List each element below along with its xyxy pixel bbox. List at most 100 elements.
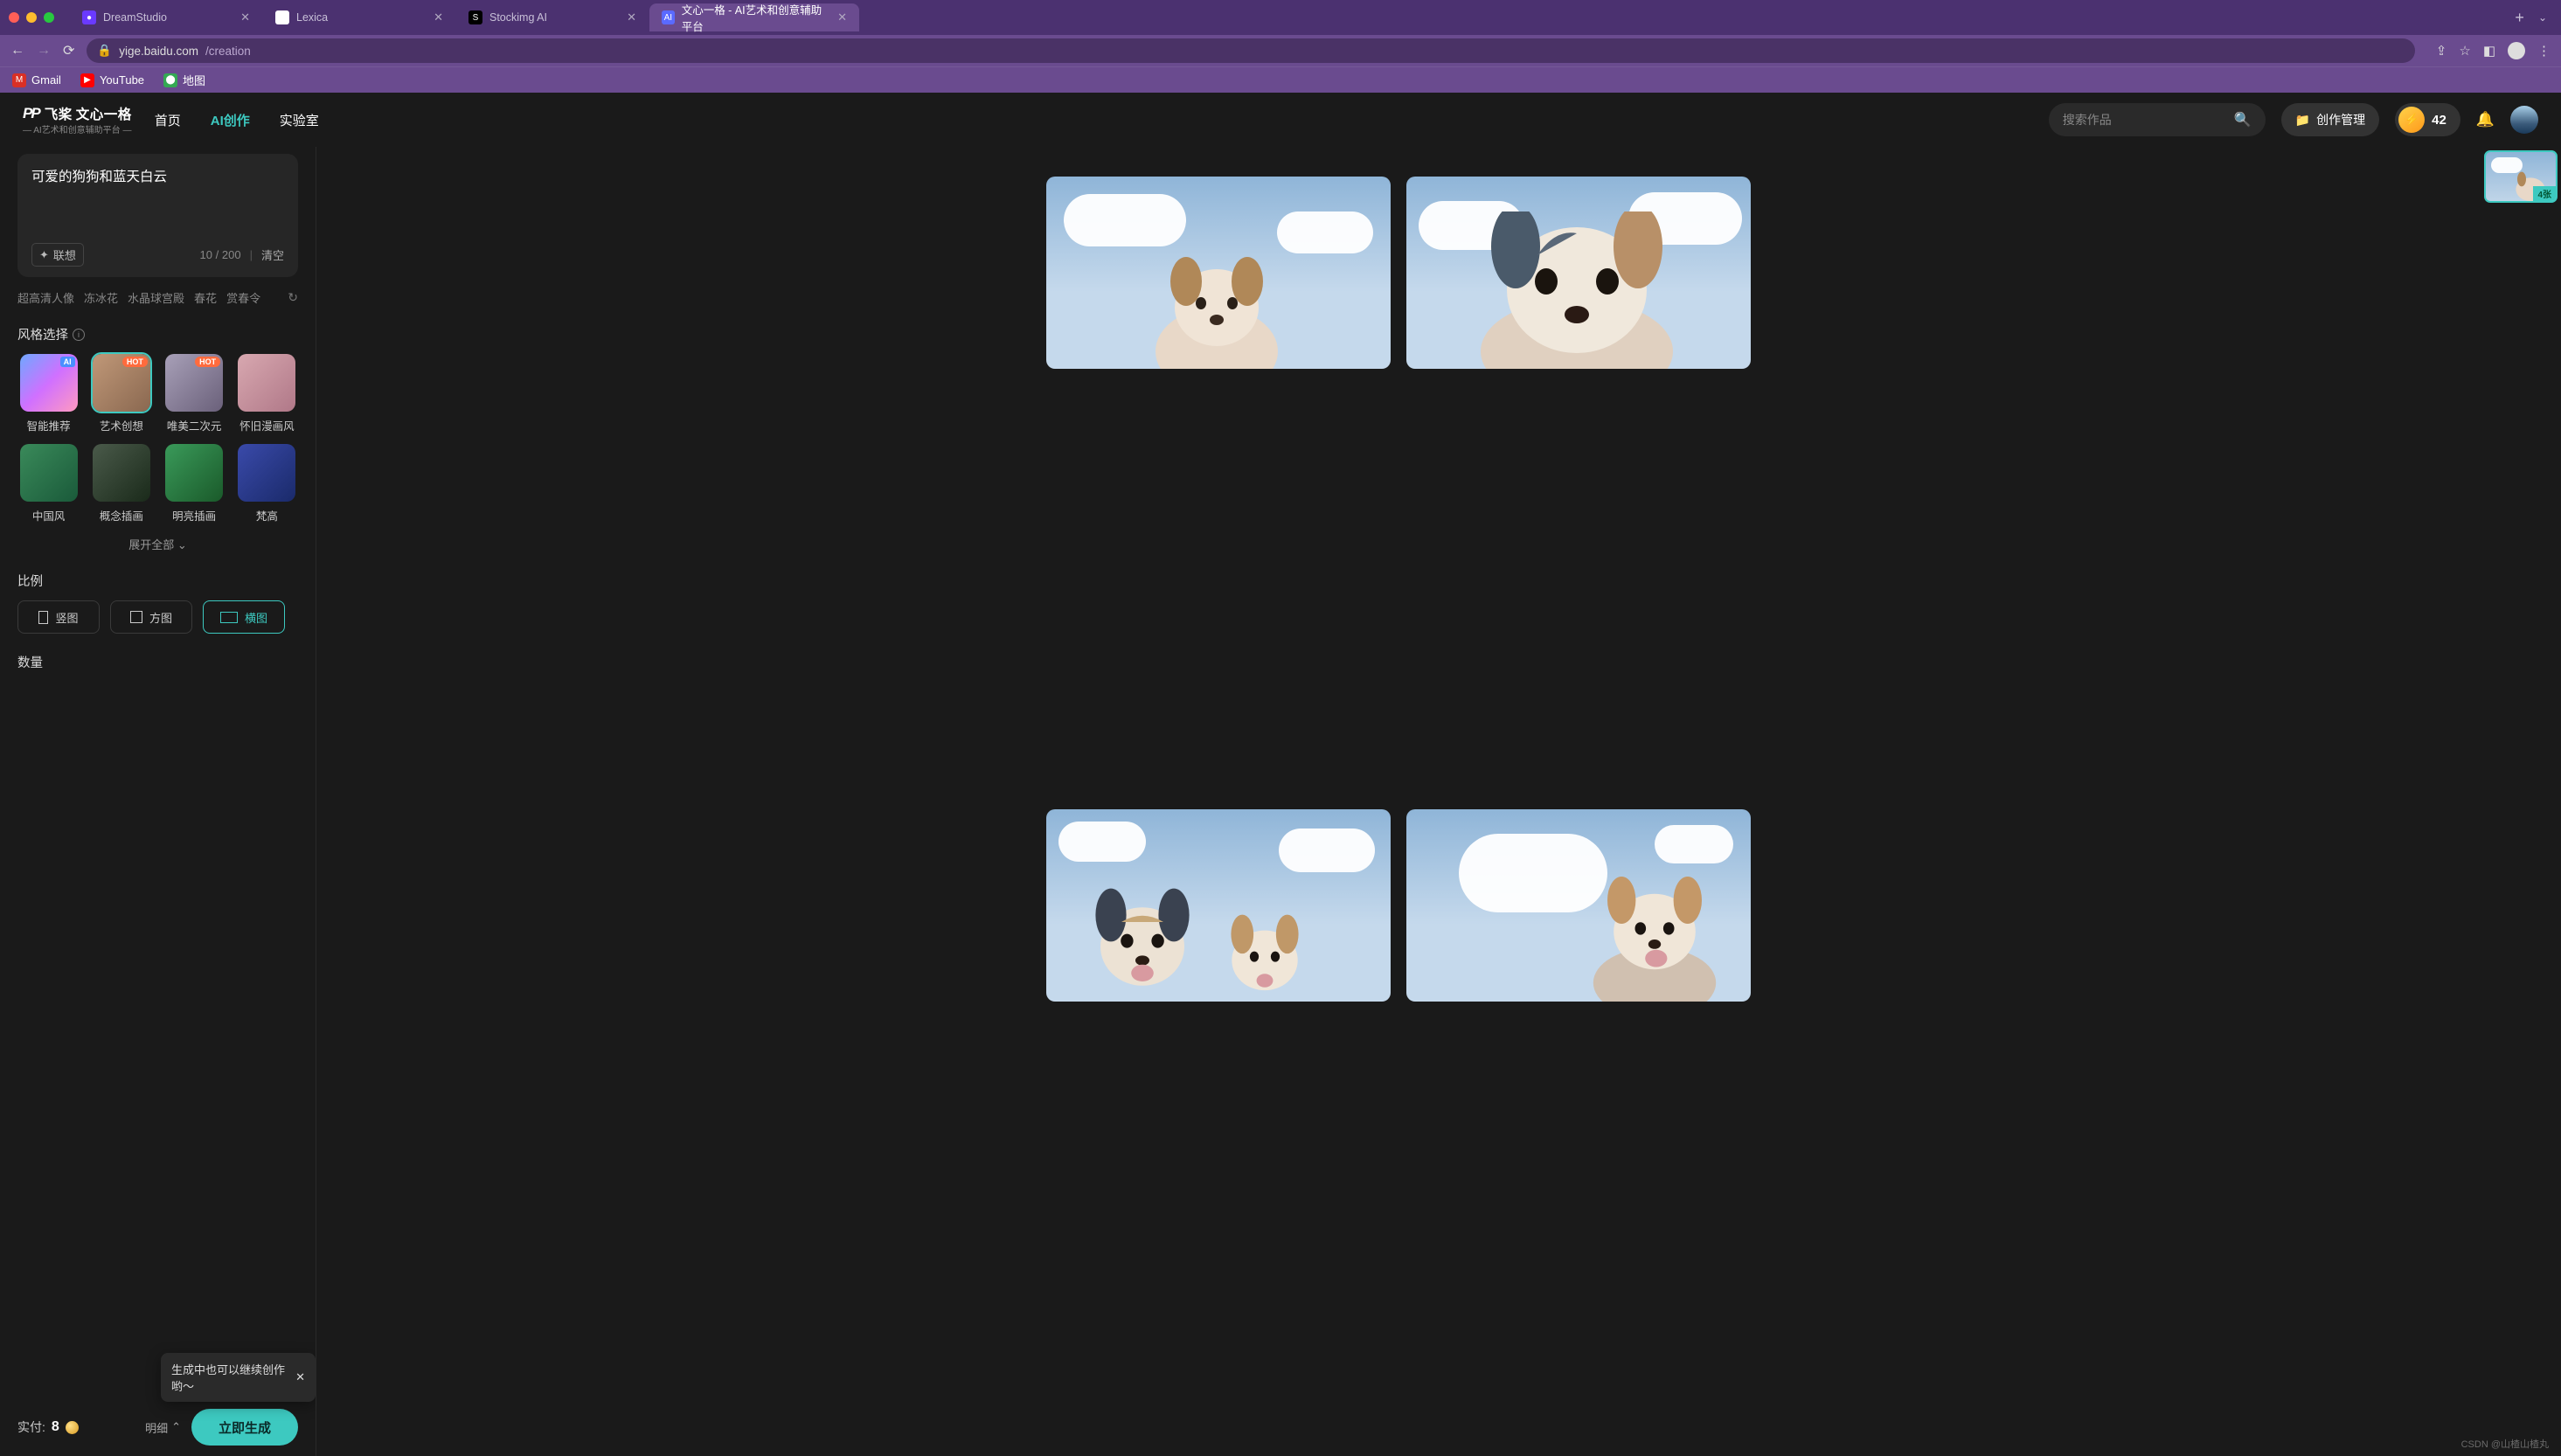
nav-item[interactable]: 首页: [155, 111, 181, 129]
maximize-window-button[interactable]: [44, 12, 54, 23]
style-name: 梵高: [256, 507, 278, 523]
history-count-badge: 4张: [2533, 186, 2556, 201]
generated-image-3[interactable]: [1046, 809, 1391, 1002]
refresh-suggestions-icon[interactable]: ↻: [288, 290, 298, 305]
generate-button[interactable]: 立即生成: [191, 1409, 298, 1446]
style-option[interactable]: 怀旧漫画风: [236, 354, 298, 433]
clear-button[interactable]: 清空: [261, 246, 284, 263]
associate-button[interactable]: ✦联想: [31, 243, 84, 267]
style-option[interactable]: 中国风: [17, 444, 80, 523]
share-icon[interactable]: ⇪: [2436, 43, 2447, 59]
prompt-box: 可爱的狗狗和蓝天白云 ✦联想 10 / 200 | 清空: [17, 154, 298, 277]
bookmark-item[interactable]: ⬤地图: [163, 72, 205, 88]
style-option[interactable]: 概念插画: [90, 444, 152, 523]
suggestion-chip[interactable]: 水晶球宫殿: [128, 289, 184, 306]
tab-overflow-icon[interactable]: ⌄: [2538, 11, 2552, 24]
dog-illustration: [1129, 246, 1304, 369]
close-tooltip-button[interactable]: ✕: [295, 1370, 305, 1384]
generated-image-2[interactable]: [1406, 177, 1751, 369]
style-name: 明亮插画: [172, 507, 216, 523]
back-button[interactable]: ←: [10, 43, 24, 59]
results-grid: [1046, 177, 1751, 1426]
profile-icon[interactable]: [2508, 42, 2525, 59]
ratio-option[interactable]: 竖图: [17, 600, 100, 634]
history-item[interactable]: 4张: [2484, 150, 2558, 203]
style-option[interactable]: 梵高: [236, 444, 298, 523]
chevron-up-icon: ⌃: [171, 1420, 181, 1434]
browser-tab[interactable]: AI 文心一格 - AI艺术和创意辅助平台 ✕: [649, 3, 859, 31]
cost-detail-button[interactable]: 明细 ⌃: [145, 1419, 181, 1436]
canvas-area: [316, 147, 2481, 1456]
suggestion-chip[interactable]: 超高清人像: [17, 289, 74, 306]
sparkle-icon: ✦: [39, 248, 49, 262]
nav-item[interactable]: AI创作: [211, 111, 250, 129]
style-thumbnail: HOT: [93, 354, 150, 412]
generated-image-4[interactable]: [1406, 809, 1751, 1002]
suggestion-chip[interactable]: 春花: [194, 289, 217, 306]
dog-illustration: [1072, 870, 1212, 1002]
close-tab-button[interactable]: ✕: [627, 10, 636, 24]
bookmark-item[interactable]: MGmail: [12, 73, 61, 87]
tab-title: DreamStudio: [103, 11, 167, 24]
tab-favicon: ●: [82, 10, 96, 24]
address-bar[interactable]: 🔒 yige.baidu.com/creation: [87, 38, 2414, 63]
style-name: 中国风: [32, 507, 66, 523]
suggestion-chip[interactable]: 赏春令: [226, 289, 260, 306]
search-input[interactable]: 搜索作品 🔍: [2049, 103, 2266, 136]
ratio-option[interactable]: 方图: [110, 600, 192, 634]
browser-tab[interactable]: ● DreamStudio ✕: [70, 3, 262, 31]
points-balance[interactable]: ⚡ 42: [2395, 103, 2460, 136]
style-name: 概念插画: [100, 507, 143, 523]
tab-title: Stockimg AI: [489, 11, 547, 24]
history-strip: 4张: [2481, 147, 2561, 1456]
suggestion-chip[interactable]: 冻冰花: [84, 289, 118, 306]
creation-manage-button[interactable]: 📁 创作管理: [2281, 103, 2379, 136]
window-controls: [9, 12, 54, 23]
expand-styles-button[interactable]: 展开全部 ⌄: [17, 536, 298, 552]
style-option[interactable]: 明亮插画: [163, 444, 226, 523]
close-tab-button[interactable]: ✕: [240, 10, 250, 24]
url-host: yige.baidu.com: [119, 45, 198, 58]
style-option[interactable]: HOT艺术创想: [90, 354, 152, 433]
tab-favicon: S: [468, 10, 482, 24]
info-icon[interactable]: i: [73, 329, 85, 341]
tab-title: Lexica: [296, 11, 328, 24]
app-header: PP飞桨 文心一格 — AI艺术和创意辅助平台 — 首页 AI创作 实验室 搜索作品…: [0, 93, 2561, 147]
new-tab-button[interactable]: +: [2508, 9, 2531, 27]
forward-button[interactable]: →: [37, 43, 51, 59]
ratio-section-title: 比例: [17, 572, 298, 590]
generated-image-1[interactable]: [1046, 177, 1391, 369]
dog-illustration: [1576, 862, 1733, 1002]
style-thumbnail: [93, 444, 150, 502]
bookmark-icon: ⬤: [163, 73, 177, 87]
tab-title: 文心一格 - AI艺术和创意辅助平台: [682, 1, 830, 34]
browser-tab[interactable]: │ Lexica ✕: [263, 3, 455, 31]
browser-tab[interactable]: S Stockimg AI ✕: [456, 3, 649, 31]
side-panel-icon[interactable]: ◧: [2483, 43, 2495, 59]
dog-illustration: [1463, 211, 1690, 369]
close-tab-button[interactable]: ✕: [837, 10, 847, 24]
sidebar: 可爱的狗狗和蓝天白云 ✦联想 10 / 200 | 清空 超高清人像冻冰花水晶球…: [0, 147, 316, 1456]
reload-button[interactable]: ⟳: [63, 42, 74, 59]
logo[interactable]: PP飞桨 文心一格 — AI艺术和创意辅助平台 —: [23, 104, 132, 135]
close-tab-button[interactable]: ✕: [434, 10, 443, 24]
tab-favicon: AI: [662, 10, 675, 24]
watermark: CSDN @山楂山楂丸: [2461, 1437, 2549, 1451]
bookmark-item[interactable]: ▶YouTube: [80, 73, 144, 87]
style-thumbnail: [20, 444, 78, 502]
minimize-window-button[interactable]: [26, 12, 37, 23]
prompt-textarea[interactable]: 可爱的狗狗和蓝天白云: [31, 166, 284, 243]
kebab-menu-icon[interactable]: ⋮: [2537, 43, 2551, 59]
bookmark-star-icon[interactable]: ☆: [2459, 43, 2470, 59]
tab-favicon: │: [275, 10, 289, 24]
user-avatar[interactable]: [2510, 106, 2538, 134]
ratio-option[interactable]: 横图: [203, 600, 285, 634]
coin-icon: [66, 1421, 79, 1434]
bookmark-icon: M: [12, 73, 26, 87]
style-option[interactable]: HOT唯美二次元: [163, 354, 226, 433]
style-thumbnail: [238, 444, 295, 502]
style-option[interactable]: AI智能推荐: [17, 354, 80, 433]
nav-item[interactable]: 实验室: [280, 111, 319, 129]
notifications-icon[interactable]: 🔔: [2476, 111, 2495, 128]
close-window-button[interactable]: [9, 12, 19, 23]
